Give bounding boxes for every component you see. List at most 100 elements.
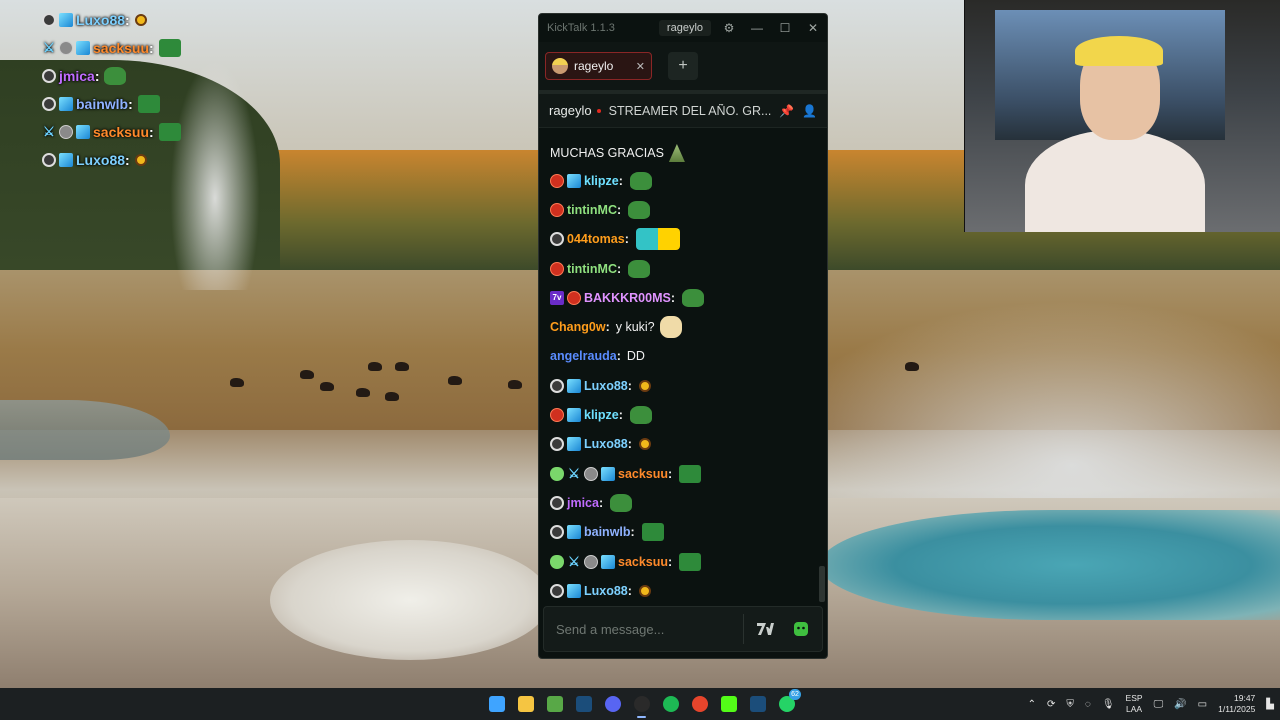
message-username[interactable]: tintinMC <box>567 203 617 217</box>
cube-badge-icon <box>76 125 90 139</box>
chat-message: ⚔ sacksuu: <box>539 547 827 576</box>
colon: : <box>627 437 632 452</box>
message-username[interactable]: BAKKKR00MS <box>584 291 671 305</box>
message-username[interactable]: Chang0w <box>550 320 606 334</box>
message-composer <box>543 606 823 652</box>
chat-message: MUCHAS GRACIAS <box>539 140 827 166</box>
emote-box-icon <box>679 552 702 571</box>
emote-hat-icon <box>668 144 685 162</box>
time: 19:47 <box>1234 693 1256 703</box>
taskbar-apps: 62 <box>482 688 801 720</box>
taskbar-kick-icon[interactable] <box>714 688 743 720</box>
cube-badge-icon <box>567 408 581 423</box>
taskbar-steam-2-icon[interactable] <box>743 688 772 720</box>
alien-badge-icon <box>550 554 564 569</box>
settings-gear-icon[interactable]: ⚙ <box>715 14 743 42</box>
sword-badge-icon: ⚔ <box>568 553 580 569</box>
chat-messages[interactable]: MUCHAS GRACIAS klipze: tintinMC:044tomas:… <box>539 140 827 602</box>
pin-icon[interactable]: 📌 <box>779 104 794 118</box>
volume-icon[interactable]: 🔊 <box>1174 699 1186 710</box>
chat-scrollbar[interactable] <box>819 566 825 602</box>
colon: : <box>618 408 623 423</box>
close-window-button[interactable]: ✕ <box>799 14 827 42</box>
message-username[interactable]: sacksuu <box>618 555 668 569</box>
message-username[interactable]: klipze <box>584 408 619 422</box>
gift-badge-icon <box>59 41 73 55</box>
message-username[interactable]: bainwlb <box>584 525 631 539</box>
language-indicator[interactable]: ESP LAA <box>1126 693 1143 715</box>
message-username[interactable]: Luxo88 <box>584 437 628 451</box>
close-tab-icon[interactable]: ✕ <box>636 60 645 73</box>
notification-count-badge: 62 <box>789 689 801 700</box>
message-input[interactable] <box>556 621 743 637</box>
circle-badge-icon <box>42 153 56 167</box>
network-icon[interactable]: 🖵 <box>1154 699 1164 710</box>
circle-badge-icon <box>550 232 564 247</box>
sync-icon[interactable]: ⟳ <box>1047 699 1055 710</box>
title-bar[interactable]: KickTalk 1.1.3 rageylo ⚙ — ☐ ✕ <box>539 14 827 42</box>
user-icon[interactable]: 👤 <box>802 104 817 118</box>
kick-emote-picker-icon[interactable] <box>786 614 816 644</box>
date: 1/11/2025 <box>1218 704 1256 714</box>
maximize-button[interactable]: ☐ <box>771 14 799 42</box>
message-username[interactable]: 044tomas <box>567 232 625 246</box>
taskbar-spotify-icon[interactable] <box>656 688 685 720</box>
obs-glyph <box>633 696 650 712</box>
desktop-chat-overlay: Luxo88: ⚔ sacksuu: jmica: bainwlb: ⚔ sacksuu: L… <box>42 6 181 174</box>
wifi-icon[interactable]: ◌ <box>1085 699 1091 710</box>
app-green-glyph <box>546 696 563 712</box>
taskbar-chrome-icon[interactable] <box>685 688 714 720</box>
taskbar-file-explorer-icon[interactable] <box>511 688 540 720</box>
kicktalk-window: KickTalk 1.1.3 rageylo ⚙ — ☐ ✕ rageylo ✕… <box>538 13 828 659</box>
circle-badge-icon <box>550 525 564 540</box>
cube-badge-icon <box>601 554 615 569</box>
emote-box-icon <box>158 39 181 57</box>
message-username[interactable]: Luxo88 <box>584 584 628 598</box>
tab-rageylo[interactable]: rageylo ✕ <box>545 52 652 80</box>
cube-badge-icon <box>567 525 581 540</box>
message-username[interactable]: tintinMC <box>567 262 617 276</box>
cube-badge-icon <box>567 378 581 393</box>
tab-label: rageylo <box>574 59 614 73</box>
kick-glyph <box>720 696 737 712</box>
minimize-button[interactable]: — <box>743 14 771 42</box>
message-username[interactable]: angelrauda <box>550 349 617 363</box>
taskbar-steam-icon[interactable] <box>569 688 598 720</box>
notification-icon[interactable]: ▙ <box>1266 699 1274 710</box>
clock[interactable]: 19:47 1/11/2025 <box>1218 693 1255 715</box>
channel-name: rageylo <box>549 103 592 118</box>
taskbar-discord-icon[interactable] <box>598 688 627 720</box>
colon: : <box>616 202 622 217</box>
taskbar-obs-icon[interactable] <box>627 688 656 720</box>
message-username[interactable]: Luxo88 <box>584 379 628 393</box>
message-username[interactable]: sacksuu <box>618 467 668 481</box>
overlay-chat-line: Luxo88: <box>42 146 181 174</box>
live-indicator-icon <box>596 108 601 113</box>
message-username[interactable]: jmica <box>567 496 599 510</box>
chat-message: ⚔ sacksuu: <box>539 459 827 488</box>
current-user-button[interactable]: rageylo <box>658 20 711 36</box>
emote-box-icon <box>679 464 702 483</box>
taskbar-whatsapp-icon[interactable]: 62 <box>772 688 801 720</box>
taskbar-app-green-icon[interactable] <box>540 688 569 720</box>
overlay-chat-line: ⚔ sacksuu: <box>42 34 181 62</box>
steam-glyph <box>575 696 592 712</box>
channel-avatar <box>552 58 568 74</box>
gift-badge-icon <box>584 466 598 481</box>
chevron-up-icon[interactable]: ⌃ <box>1028 699 1036 710</box>
overlay-chat-line: ⚔ sacksuu: <box>42 118 181 146</box>
chat-message: Chang0w: y kuki? <box>539 312 827 341</box>
overlay-username: jmica <box>59 68 95 84</box>
7tv-emote-picker-icon[interactable] <box>750 614 780 644</box>
cube-badge-icon <box>76 41 90 55</box>
microphone-icon[interactable]: 🎙 <box>1102 699 1115 710</box>
shield-icon[interactable]: ⛨ <box>1066 699 1074 710</box>
emote-small-icon <box>134 154 147 166</box>
sword-badge-icon: ⚔ <box>43 40 55 55</box>
message-username[interactable]: klipze <box>584 174 619 188</box>
add-tab-button[interactable]: + <box>668 52 698 80</box>
taskbar-windows-start-icon[interactable] <box>482 688 511 720</box>
chat-message: tintinMC: <box>539 254 827 283</box>
battery-icon[interactable]: ▭ <box>1198 699 1207 710</box>
circle-badge-icon <box>550 437 564 452</box>
